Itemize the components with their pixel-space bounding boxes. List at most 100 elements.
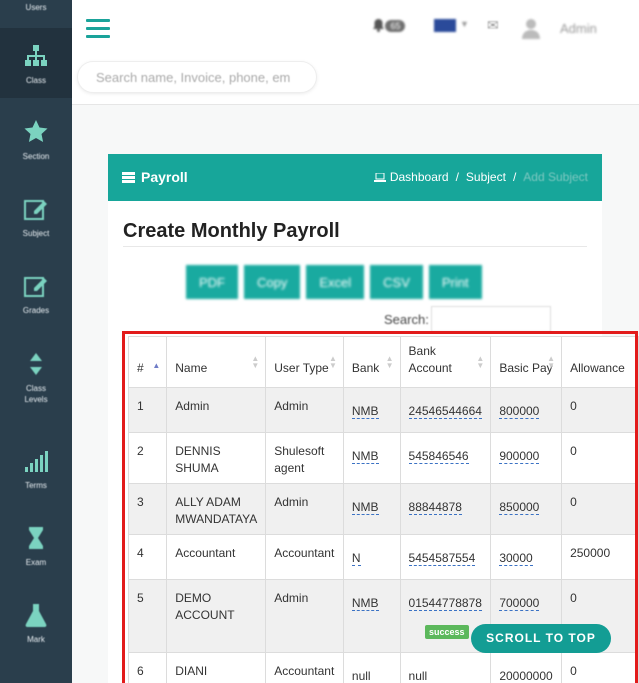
sidebar-item-exam[interactable]: Exam xyxy=(0,524,72,579)
column-header-bank-account[interactable]: Bank Account ▲ ▼ xyxy=(399,336,492,388)
cell-bank: NMB xyxy=(342,483,401,535)
cell-basic-pay: 30000 xyxy=(490,534,563,580)
panel-header: Payroll Dashboard / Subject / Add Subjec… xyxy=(108,154,602,201)
breadcrumb: Dashboard / Subject / Add Subject xyxy=(373,170,588,184)
editable-basic-pay[interactable]: 900000 xyxy=(499,449,540,464)
editable-account[interactable]: 545846546 xyxy=(408,449,469,464)
table-header-row: # ▲ Name ▲ ▼ User Type ▲ ▼ Bank ▲ ▼ Bank Accoun… xyxy=(128,336,639,388)
table-search-label: Search: xyxy=(384,312,429,327)
print-button[interactable]: Print xyxy=(428,265,482,299)
panel-title-text: Payroll xyxy=(141,169,188,185)
cell-user-type: Accountant xyxy=(265,652,344,683)
column-header-number[interactable]: # ▲ xyxy=(128,336,168,388)
sidebar-item-section[interactable]: Section xyxy=(0,118,72,173)
cell-name: ALLY ADAM MWANDATAYA xyxy=(166,483,267,535)
editable-basic-pay[interactable]: 800000 xyxy=(499,404,540,419)
editable-bank[interactable]: NMB xyxy=(351,596,379,611)
scroll-to-top-button[interactable]: SCROLL TO TOP xyxy=(471,624,611,653)
table-search-input[interactable] xyxy=(431,306,551,332)
sidebar-item-class[interactable]: Class xyxy=(0,28,72,98)
cell-allowance: 0 xyxy=(561,432,639,484)
cell-name: DIANI xyxy=(166,652,267,683)
editable-bank[interactable]: NMB xyxy=(351,449,379,464)
sidebar-item-subject[interactable]: Subject xyxy=(0,195,72,250)
avatar[interactable] xyxy=(521,17,541,39)
global-search[interactable] xyxy=(78,62,316,92)
search-input[interactable] xyxy=(78,62,316,92)
sidebar-item-terms[interactable]: Terms xyxy=(0,447,72,502)
editable-bank[interactable]: N xyxy=(351,551,361,566)
cell-basic-pay: 900000 xyxy=(490,432,563,484)
cell-user-type: Accountant xyxy=(265,534,344,580)
editable-basic-pay[interactable]: 20000000 xyxy=(499,669,552,683)
cell-bank: NMB xyxy=(342,387,401,433)
page-title: Create Monthly Payroll xyxy=(123,220,340,242)
sidebar-item-grades[interactable]: Grades xyxy=(0,272,72,327)
top-header: 65 ▼ ✉ Admin xyxy=(72,0,639,105)
sidebar-item-label: Class Levels xyxy=(24,384,48,404)
cell-bank: null xyxy=(342,652,401,683)
sidebar-item-mark[interactable]: Mark xyxy=(0,601,72,656)
cell-name: Admin xyxy=(166,387,267,433)
csv-button[interactable]: CSV xyxy=(370,265,423,299)
column-label: Name xyxy=(175,361,208,375)
mail-icon[interactable]: ✉ xyxy=(487,17,499,34)
sort-icon: ▲ ▼ xyxy=(547,354,556,370)
export-buttons: PDF Copy Excel CSV Print xyxy=(186,265,482,299)
editable-account[interactable]: 5454587554 xyxy=(408,551,476,566)
column-label: Allowance xyxy=(570,361,625,375)
editable-bank[interactable]: NMB xyxy=(351,500,379,515)
edit-icon xyxy=(24,277,47,297)
cell-bank: N xyxy=(342,534,401,580)
editable-basic-pay[interactable]: 850000 xyxy=(499,500,540,515)
status-badge: success xyxy=(425,625,469,639)
column-label: Basic Pay xyxy=(499,361,553,375)
cell-number: 5 xyxy=(128,579,168,653)
pdf-button[interactable]: PDF xyxy=(186,265,238,299)
cell-allowance: 0 xyxy=(561,652,639,683)
panel-title: Payroll xyxy=(122,169,188,185)
user-name[interactable]: Admin xyxy=(560,21,597,36)
column-header-bank[interactable]: Bank ▲ ▼ xyxy=(342,336,401,388)
sidebar-item-label: Subject xyxy=(22,229,50,238)
table-row: 6 DIANI Accountant null null 20000000 0 xyxy=(128,652,639,683)
cell-allowance: 0 xyxy=(561,387,639,433)
editable-account[interactable]: 01544778878 xyxy=(408,596,482,611)
cell-user-type: Shulesoft agent xyxy=(265,432,344,484)
breadcrumb-dashboard[interactable]: Dashboard xyxy=(390,170,449,184)
editable-account[interactable]: 88844878 xyxy=(408,500,462,515)
cell-account: null xyxy=(399,652,492,683)
column-header-name[interactable]: Name ▲ ▼ xyxy=(166,336,267,388)
sidebar-item-class-levels[interactable]: Class Levels xyxy=(0,350,72,420)
sort-icon xyxy=(30,353,42,375)
editable-basic-pay[interactable]: 700000 xyxy=(499,596,540,611)
column-label: # xyxy=(137,361,144,375)
sidebar-item-label: Mark xyxy=(27,635,45,644)
sort-asc-icon: ▲ xyxy=(152,361,161,370)
language-flag-icon[interactable] xyxy=(434,19,456,32)
cell-user-type: Admin xyxy=(265,483,344,535)
divider xyxy=(123,246,587,247)
menu-toggle-icon[interactable] xyxy=(86,19,110,39)
editable-bank[interactable]: null xyxy=(352,669,371,683)
notifications-button[interactable]: 65 xyxy=(372,16,406,34)
sort-icon: ▲ ▼ xyxy=(251,354,260,370)
editable-account[interactable]: null xyxy=(409,669,428,683)
excel-button[interactable]: Excel xyxy=(306,265,365,299)
column-header-basic-pay[interactable]: Basic Pay ▲ ▼ xyxy=(490,336,563,388)
editable-basic-pay[interactable]: 30000 xyxy=(499,551,533,566)
sidebar-item-label: Terms xyxy=(25,481,47,490)
copy-button[interactable]: Copy xyxy=(244,265,301,299)
cell-bank: NMB xyxy=(342,432,401,484)
column-header-allowance[interactable]: Allowance xyxy=(561,336,639,388)
editable-account[interactable]: 24546544664 xyxy=(408,404,482,419)
sort-icon: ▲ ▼ xyxy=(476,354,485,370)
chevron-down-icon[interactable]: ▼ xyxy=(460,19,469,29)
cell-basic-pay: 800000 xyxy=(490,387,563,433)
sidebar-item-users[interactable]: Users xyxy=(0,0,72,20)
breadcrumb-current: Add Subject xyxy=(523,170,588,184)
breadcrumb-subject[interactable]: Subject xyxy=(466,170,506,184)
editable-bank[interactable]: NMB xyxy=(351,404,379,419)
column-header-user-type[interactable]: User Type ▲ ▼ xyxy=(265,336,344,388)
cell-allowance: 0 xyxy=(561,483,639,535)
